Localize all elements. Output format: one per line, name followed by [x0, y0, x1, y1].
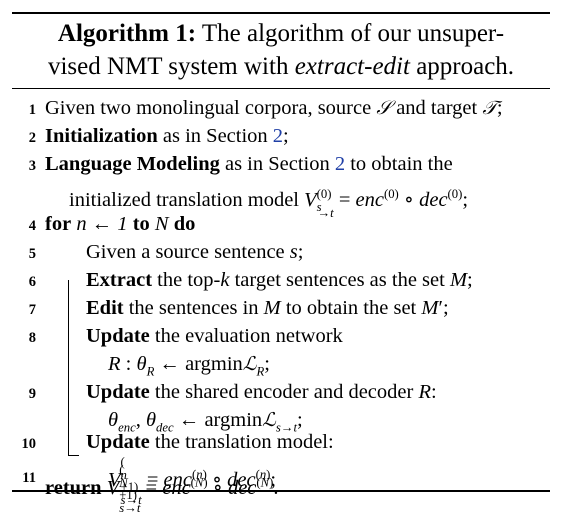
line-number: 10 — [21, 436, 37, 452]
keyword: Update — [86, 381, 150, 403]
line-number: 11 — [22, 470, 36, 486]
algorithm-line-8: Update the evaluation network — [86, 325, 343, 347]
algorithm-line-1: Given two monolingual corpora, source 𝒮 … — [45, 97, 503, 119]
caption-rule — [12, 88, 550, 90]
caption-line-1: Algorithm 1: The algorithm of our unsupe… — [12, 19, 550, 49]
algorithm-line-8-cont: R : θR ← argminℒR; — [108, 353, 270, 379]
algorithm-line-9: Update the shared encoder and decoder R: — [86, 381, 437, 403]
caption-text-3: approach. — [409, 53, 515, 80]
line-number: 6 — [28, 274, 36, 290]
keyword: Language Modeling — [45, 153, 220, 175]
algorithm-line-6: Extract the top-k target sentences as th… — [86, 269, 473, 291]
line-number: 9 — [28, 386, 36, 402]
bottom-rule — [12, 490, 550, 492]
loop-bracket-end — [68, 455, 79, 457]
algorithm-line-2: Initialization as in Section 2; — [45, 125, 289, 147]
keyword: Update — [86, 325, 150, 347]
line-number: 8 — [28, 330, 36, 346]
caption-line-2: vised NMT system with extract-edit appro… — [12, 52, 550, 82]
section-ref-link[interactable]: 2 — [273, 125, 283, 147]
algorithm-line-4: for n ← 1 to N do — [45, 213, 196, 235]
caption-text-2: vised NMT system with — [47, 53, 295, 80]
caption-text-1: The algorithm of our unsuper- — [196, 20, 505, 47]
algorithm-line-7: Edit the sentences in M to obtain the se… — [86, 297, 449, 319]
algorithm-line-5: Given a source sentence s; — [86, 241, 304, 263]
line-number: 4 — [28, 218, 36, 234]
algorithm-line-10: Update the translation model: — [86, 431, 334, 453]
line-number: 5 — [28, 246, 36, 262]
algorithm-line-9-cont: θenc, θdec ← argminℒs→t; — [108, 409, 303, 435]
loop-bracket — [68, 280, 70, 456]
line-number: 3 — [28, 158, 36, 174]
caption-emphasis: extract-edit — [294, 53, 410, 80]
algorithm-line-3: Language Modeling as in Section 2 to obt… — [45, 153, 453, 175]
top-rule — [12, 12, 550, 14]
keyword: Edit — [86, 297, 124, 319]
caption-label: Algorithm 1: — [57, 20, 197, 47]
line-number: 2 — [28, 130, 36, 146]
line-number: 7 — [28, 302, 36, 318]
section-ref-link[interactable]: 2 — [335, 153, 345, 175]
keyword: Initialization — [45, 125, 158, 147]
keyword: Update — [86, 431, 150, 453]
line-number: 1 — [28, 102, 36, 118]
keyword: Extract — [86, 269, 153, 291]
